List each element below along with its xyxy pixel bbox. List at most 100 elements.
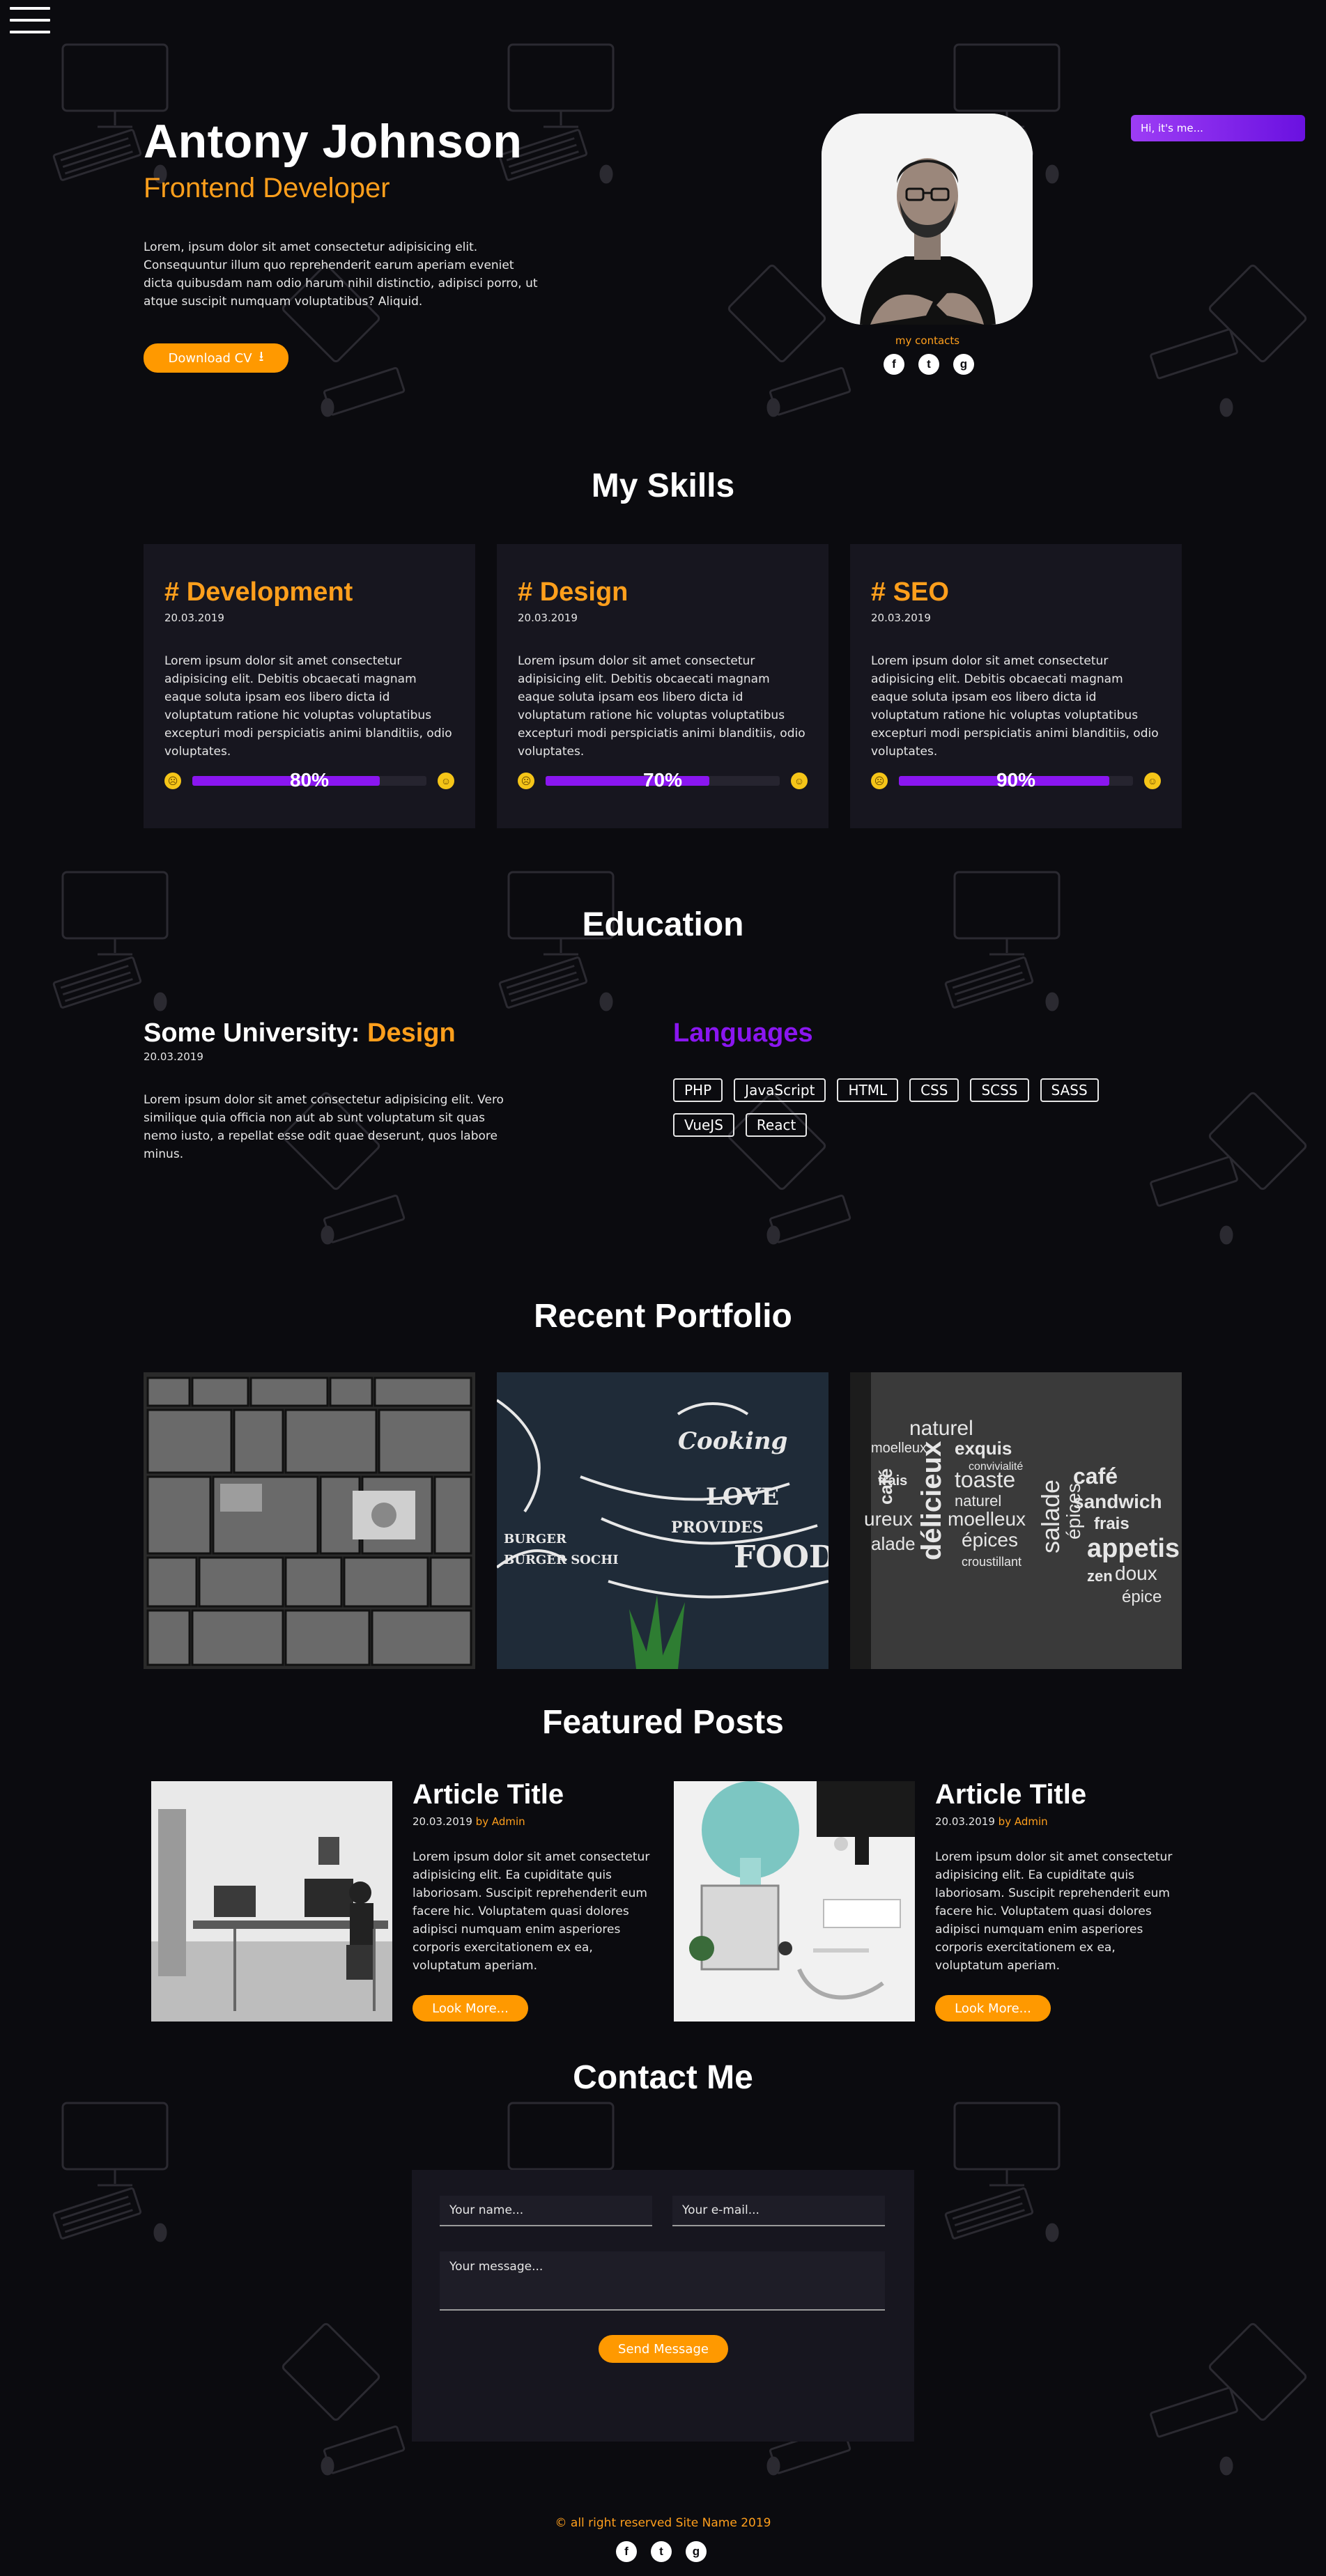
languages-list: PHP JavaScript HTML CSS SCSS SASS VueJS …: [673, 1078, 1119, 1137]
contacts-label: my contacts: [895, 334, 960, 347]
portfolio-item-speakers[interactable]: [144, 1372, 475, 1669]
post-text: Lorem ipsum dolor sit amet consectetur a…: [413, 1850, 650, 1973]
github-icon[interactable]: g: [686, 2541, 707, 2562]
menu-icon[interactable]: [10, 7, 50, 38]
svg-text:alade: alade: [871, 1533, 916, 1554]
github-icon[interactable]: g: [953, 354, 974, 375]
progress-percent: 80%: [289, 769, 330, 791]
svg-text:croustillant: croustillant: [962, 1555, 1022, 1569]
skill-text: Lorem ipsum dolor sit amet consectetur a…: [164, 654, 452, 759]
post-meta: 20.03.2019 by Admin: [413, 1815, 525, 1828]
svg-text:délicieux: délicieux: [916, 1441, 947, 1560]
svg-text:sandwich: sandwich: [1073, 1491, 1162, 1512]
svg-text:épice: épice: [1122, 1588, 1162, 1606]
svg-text:LOVE: LOVE: [706, 1483, 779, 1511]
language-tag: PHP: [673, 1078, 723, 1102]
progress-track: 90%: [899, 769, 1133, 791]
progress-percent: 90%: [996, 769, 1036, 791]
language-tag: SCSS: [970, 1078, 1029, 1102]
skill-text: Lorem ipsum dolor sit amet consectetur a…: [518, 654, 805, 759]
post-text: Lorem ipsum dolor sit amet consectetur a…: [935, 1850, 1173, 1973]
sad-face-icon: ☹: [518, 773, 534, 789]
name-input[interactable]: [440, 2196, 652, 2226]
svg-text:épices: épices: [962, 1529, 1018, 1551]
facebook-icon[interactable]: f: [884, 354, 904, 375]
look-more-button[interactable]: Look More...: [413, 1995, 528, 2022]
contact-title: Contact Me: [573, 2059, 753, 2096]
progress-track: 70%: [546, 769, 780, 791]
sad-face-icon: ☹: [164, 773, 181, 789]
skill-card: # Development 20.03.2019 Lorem ipsum dol…: [144, 544, 475, 828]
facebook-icon[interactable]: f: [616, 2541, 637, 2562]
profile-photo: [822, 114, 1033, 325]
send-message-button[interactable]: Send Message: [599, 2335, 728, 2363]
contact-form: Send Message: [412, 2170, 914, 2442]
education-text: Lorem ipsum dolor sit amet consectetur a…: [144, 1093, 504, 1161]
sad-face-icon: ☹: [871, 773, 888, 789]
language-tag: CSS: [909, 1078, 959, 1102]
post-title[interactable]: Article Title: [935, 1779, 1086, 1810]
hero-description: Lorem, ipsum dolor sit amet consectetur …: [144, 240, 538, 309]
smile-face-icon: ☺: [1144, 773, 1161, 789]
svg-text:FOOD: FOOD: [734, 1539, 828, 1575]
university-name: Some University:: [144, 1018, 367, 1048]
education-title: Education: [582, 906, 744, 943]
svg-text:PROVIDES: PROVIDES: [671, 1519, 764, 1537]
skills-title: My Skills: [591, 467, 735, 504]
svg-text:moelleux: moelleux: [948, 1508, 1026, 1530]
posts-title: Featured Posts: [542, 1704, 784, 1741]
language-tag: VueJS: [673, 1113, 734, 1137]
skill-progress: ☹ 80% ☺: [164, 769, 454, 791]
post-author[interactable]: by Admin: [999, 1815, 1048, 1828]
greeting-badge: Hi, it's me...: [1131, 115, 1305, 141]
svg-text:exquis: exquis: [955, 1438, 1012, 1459]
svg-text:zen: zen: [1087, 1567, 1113, 1585]
download-icon: ⭳: [259, 348, 264, 364]
university-field: Design: [367, 1018, 456, 1048]
svg-text:épices: épices: [1063, 1483, 1084, 1539]
message-textarea[interactable]: [440, 2251, 885, 2311]
svg-text:doux: doux: [1115, 1562, 1157, 1584]
svg-text:ureux: ureux: [864, 1508, 913, 1530]
skill-title: # Development: [164, 577, 353, 607]
skill-date: 20.03.2019: [518, 612, 578, 624]
svg-text:BURGER: BURGER: [504, 1532, 567, 1546]
svg-text:Cooking: Cooking: [678, 1427, 787, 1455]
education-date: 20.03.2019: [144, 1050, 203, 1063]
post-date: 20.03.2019: [413, 1815, 472, 1828]
page: Antony Johnson Frontend Developer Lorem,…: [0, 0, 1326, 2576]
footer-socials: f t g: [616, 2541, 707, 2562]
svg-text:BURGER SOCHI: BURGER SOCHI: [504, 1553, 619, 1567]
skill-card: # SEO 20.03.2019 Lorem ipsum dolor sit a…: [850, 544, 1182, 828]
twitter-icon[interactable]: t: [651, 2541, 672, 2562]
hero-socials: f t g: [884, 354, 974, 375]
skill-date: 20.03.2019: [871, 612, 931, 624]
smile-face-icon: ☺: [791, 773, 808, 789]
svg-text:toaste: toaste: [955, 1467, 1015, 1492]
progress-track: 80%: [192, 769, 426, 791]
skill-title: # SEO: [871, 577, 949, 607]
hero-role: Frontend Developer: [144, 173, 390, 203]
twitter-icon[interactable]: t: [918, 354, 939, 375]
language-tag: React: [745, 1113, 808, 1137]
portfolio-item-cooking[interactable]: Cooking LOVE PROVIDES FOOD BURGER BURGER…: [497, 1372, 828, 1669]
email-input[interactable]: [672, 2196, 885, 2226]
languages-title: Languages: [673, 1018, 813, 1048]
smile-face-icon: ☺: [438, 773, 454, 789]
post-author[interactable]: by Admin: [476, 1815, 525, 1828]
look-more-button[interactable]: Look More...: [935, 1995, 1051, 2022]
post-image: [151, 1781, 392, 2022]
footer-copyright: © all right reserved Site Name 2019: [555, 2516, 771, 2530]
language-tag: SASS: [1040, 1078, 1099, 1102]
language-tag: JavaScript: [734, 1078, 826, 1102]
portfolio-item-cafe[interactable]: naturel moelleux exquis convivialité fra…: [850, 1372, 1182, 1669]
svg-text:naturel: naturel: [955, 1492, 1001, 1510]
post-meta: 20.03.2019 by Admin: [935, 1815, 1048, 1828]
language-tag: HTML: [837, 1078, 899, 1102]
progress-percent: 70%: [642, 769, 683, 791]
download-cv-label: Download CV: [168, 350, 252, 366]
post-title[interactable]: Article Title: [413, 1779, 564, 1810]
university-title: Some University: Design: [144, 1018, 456, 1048]
download-cv-button[interactable]: Download CV ⭳: [144, 343, 288, 373]
svg-text:naturel: naturel: [909, 1417, 973, 1440]
